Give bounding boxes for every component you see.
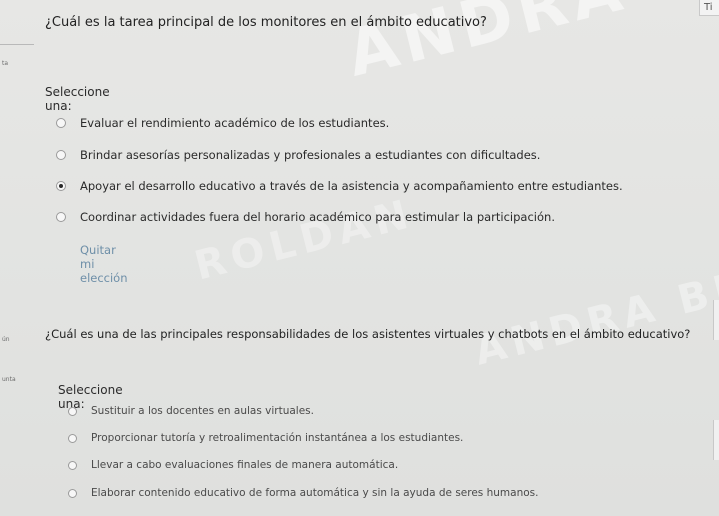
- option-label: Brindar asesorías personalizadas y profe…: [80, 148, 541, 162]
- option-label: Elaborar contenido educativo de forma au…: [91, 487, 539, 499]
- radio-button[interactable]: [56, 150, 66, 160]
- answer-option[interactable]: Evaluar el rendimiento académico de los …: [56, 116, 389, 130]
- select-prompt: Seleccione una:: [45, 85, 110, 113]
- radio-button[interactable]: [68, 433, 77, 443]
- answer-option[interactable]: Coordinar actividades fuera del horario …: [56, 210, 555, 224]
- divider: [0, 44, 34, 45]
- timer-fragment: Ti: [699, 0, 719, 16]
- scroll-edge: [713, 300, 719, 340]
- radio-button[interactable]: [68, 460, 77, 470]
- question-info-label: ún: [2, 336, 10, 343]
- question-text: ¿Cuál es la tarea principal de los monit…: [45, 15, 487, 30]
- radio-button-selected[interactable]: [56, 181, 66, 191]
- watermark: ANDRA BER: [470, 253, 719, 375]
- option-label: Proporcionar tutoría y retroalimentación…: [91, 432, 464, 444]
- question-info-label: unta: [2, 376, 16, 383]
- radio-button[interactable]: [68, 406, 77, 416]
- answer-option[interactable]: Proporcionar tutoría y retroalimentación…: [68, 432, 463, 444]
- option-label: Llevar a cabo evaluaciones finales de ma…: [91, 459, 399, 471]
- option-label: Coordinar actividades fuera del horario …: [80, 210, 555, 224]
- question-info-label: ta: [2, 60, 9, 67]
- radio-button[interactable]: [68, 488, 77, 498]
- answer-option-selected[interactable]: Apoyar el desarrollo educativo a través …: [56, 179, 623, 193]
- radio-button[interactable]: [56, 118, 66, 128]
- scroll-edge: [713, 420, 719, 460]
- answer-option[interactable]: Llevar a cabo evaluaciones finales de ma…: [68, 459, 398, 471]
- watermark: ROLDAN: [190, 190, 419, 290]
- answer-option[interactable]: Elaborar contenido educativo de forma au…: [68, 487, 538, 499]
- clear-selection-link[interactable]: Quitar mi elección: [80, 243, 128, 285]
- option-label: Sustituir a los docentes en aulas virtua…: [91, 405, 314, 417]
- question-text: ¿Cuál es una de las principales responsa…: [45, 327, 691, 341]
- option-label: Apoyar el desarrollo educativo a través …: [80, 179, 623, 193]
- radio-button[interactable]: [56, 212, 66, 222]
- answer-option[interactable]: Sustituir a los docentes en aulas virtua…: [68, 405, 314, 417]
- question-nav-strip: ta ún unta: [0, 0, 34, 516]
- option-label: Evaluar el rendimiento académico de los …: [80, 116, 390, 130]
- answer-option[interactable]: Brindar asesorías personalizadas y profe…: [56, 148, 540, 162]
- watermark: ANDRA BERT: [340, 0, 719, 92]
